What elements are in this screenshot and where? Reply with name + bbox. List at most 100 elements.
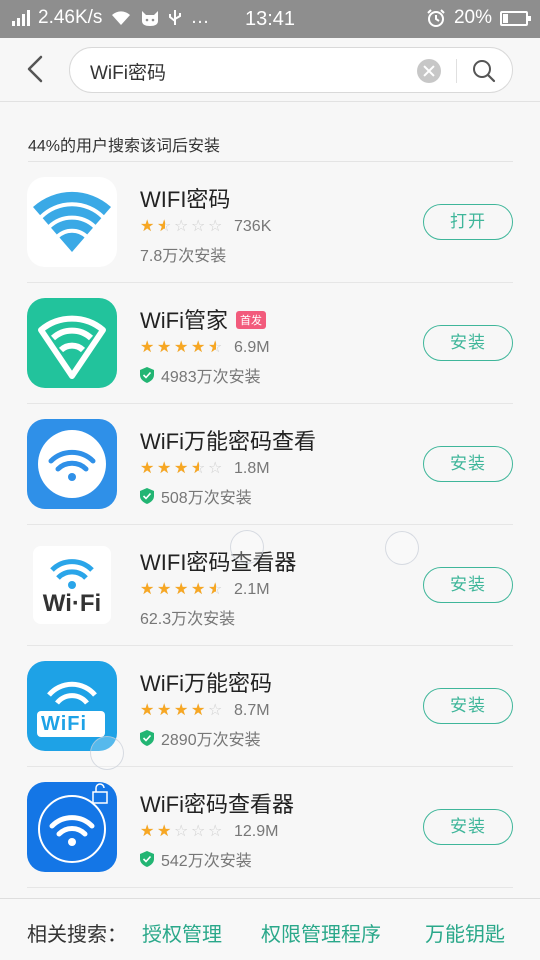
app-meta: ☆ ★ ☆ ★ ☆ ★ ☆ ★ ☆ ★ 2.1M: [140, 581, 270, 599]
star-icon: ☆★: [174, 460, 189, 477]
install-count-text: 4983万次安装: [161, 369, 261, 386]
star-icon: ☆★: [208, 702, 223, 719]
install-button[interactable]: 安装: [423, 809, 513, 845]
star-icon: ☆★: [157, 460, 172, 477]
verified-shield-icon: [140, 851, 154, 867]
star-icon: ☆★: [191, 218, 206, 235]
star-icon: ☆★: [208, 460, 223, 477]
app-meta: ☆ ★ ☆ ★ ☆ ★ ☆ ★ ☆ ★ 6.9M: [140, 339, 270, 357]
star-icon: ☆★: [140, 702, 155, 719]
star-icon: ☆★: [140, 823, 155, 840]
star-icon: ☆★: [208, 339, 223, 356]
app-meta: ☆★☆★☆★☆★☆★736K: [140, 218, 271, 236]
install-count: 7.8万次安装: [140, 242, 226, 266]
rating-stars: ☆★☆★☆★☆★☆★: [140, 824, 224, 840]
app-row[interactable]: WiFi万能密码查看☆★☆★☆★☆★☆★1.8M508万次安装安装: [27, 404, 513, 525]
star-icon: ☆★: [191, 460, 206, 477]
app-name[interactable]: WIFI密码查看器: [140, 545, 296, 577]
first-release-badge: 首发: [235, 311, 266, 329]
app-row[interactable]: WiFi密码查看器 ☆★☆★☆★☆★☆★12.9M 542万次安装 安装: [27, 767, 513, 888]
app-row[interactable]: WIFI密码☆★☆★☆★☆★☆★736K7.8万次安装打开: [27, 162, 513, 283]
app-meta: ☆★☆★☆★☆★☆★1.8M: [140, 460, 270, 478]
related-searches: 相关搜索： 授权管理 权限管理程序 万能钥匙: [0, 898, 540, 960]
search-input[interactable]: [90, 59, 410, 83]
star-icon: ☆★: [208, 823, 223, 840]
star-icon: ☆★: [140, 460, 155, 477]
star-icon: ☆★: [174, 823, 189, 840]
star-icon: ☆★: [191, 823, 206, 840]
app-name[interactable]: WiFi管家 首发: [140, 303, 266, 335]
install-count: 2890万次安装: [140, 726, 261, 750]
app-name-text: WiFi万能密码: [140, 671, 272, 696]
star-icon: ☆★: [157, 218, 172, 235]
star-icon: ☆★: [157, 581, 172, 598]
app-size: 1.8M: [234, 460, 270, 477]
wifi-plain-icon[interactable]: [27, 177, 117, 267]
star-icon: ☆★: [174, 339, 189, 356]
install-button[interactable]: 安装: [423, 567, 513, 603]
app-size: 736K: [234, 218, 272, 235]
install-count: 508万次安装: [140, 484, 252, 508]
related-label: 相关搜索：: [27, 924, 127, 946]
app-name-text: WIFI密码查看器: [140, 550, 297, 575]
icon-label: Wi·Fi: [42, 590, 102, 617]
rating-stars: ☆★☆★☆★☆★☆★: [140, 703, 224, 719]
app-list: WIFI密码☆★☆★☆★☆★☆★736K7.8万次安装打开WiFi管家首发☆★☆…: [0, 162, 540, 888]
star-icon: ☆★: [208, 581, 223, 598]
related-keyword[interactable]: 万能钥匙: [425, 918, 505, 947]
search-divider: [456, 59, 457, 83]
app-name[interactable]: WiFi万能密码: [140, 666, 272, 698]
app-name-text: WiFi管家: [140, 308, 228, 333]
app-row[interactable]: WiFi管家 首发 ☆ ★ ☆ ★ ☆ ★ ☆ ★ ☆ ★ 6.9M 4983万次安装 安装: [27, 283, 513, 404]
star-icon: ☆★: [157, 339, 172, 356]
star-icon: ☆★: [157, 702, 172, 719]
app-size: 6.9M: [234, 339, 270, 356]
install-count: 62.3万次安装: [140, 605, 235, 629]
app-name-text: WiFi密码查看器: [140, 792, 294, 817]
star-icon: ☆★: [140, 581, 155, 598]
related-keyword[interactable]: 授权管理: [142, 918, 222, 947]
star-icon: ☆★: [191, 581, 206, 598]
install-count-text: 542万次安装: [161, 853, 252, 870]
app-name[interactable]: WiFi万能密码查看: [140, 424, 316, 456]
star-icon: ☆★: [174, 218, 189, 235]
app-name[interactable]: WIFI密码: [140, 182, 230, 214]
verified-shield-icon: [140, 367, 154, 383]
install-count: 4983万次安装: [140, 363, 261, 387]
verified-shield-icon: [140, 730, 154, 746]
install-count-text: 7.8万次安装: [140, 248, 227, 265]
install-count: 542万次安装: [140, 847, 252, 871]
star-icon: ☆★: [140, 218, 155, 235]
battery-icon: [500, 10, 531, 26]
install-count-text: 2890万次安装: [161, 732, 261, 749]
open-button[interactable]: 打开: [423, 204, 513, 240]
wifi-text-icon[interactable]: Wi·Fi: [27, 540, 117, 630]
battery-percent: 20%: [453, 7, 492, 28]
verified-shield-icon: [140, 488, 154, 504]
install-button[interactable]: 安装: [423, 688, 513, 724]
wifi-circle-icon[interactable]: [27, 419, 117, 509]
search-header: [0, 38, 540, 102]
star-icon: ☆★: [174, 702, 189, 719]
clear-icon[interactable]: [417, 59, 441, 83]
install-button[interactable]: 安装: [423, 446, 513, 482]
wifi-shield-icon[interactable]: [27, 298, 117, 388]
install-button[interactable]: 安装: [423, 325, 513, 361]
app-row[interactable]: Wi·Fi WIFI密码查看器 ☆ ★ ☆ ★ ☆ ★ ☆ ★ ☆ ★ 2.1M 62.3万次安装 安装: [27, 525, 513, 646]
search-icon[interactable]: [470, 57, 498, 85]
app-meta: ☆★☆★☆★☆★☆★12.9M: [140, 823, 278, 841]
star-icon: ☆★: [191, 339, 206, 356]
star-icon: ☆★: [174, 581, 189, 598]
app-size: 2.1M: [234, 581, 270, 598]
related-keyword[interactable]: 权限管理程序: [261, 918, 381, 947]
app-size: 8.7M: [234, 702, 270, 719]
touch-indicator: [385, 531, 419, 565]
app-meta: ☆★☆★☆★☆★☆★ 8.7M: [140, 702, 270, 720]
wifi-lock-icon[interactable]: [27, 782, 117, 872]
star-icon: ☆★: [157, 823, 172, 840]
touch-indicator: [90, 736, 124, 770]
app-name[interactable]: WiFi密码查看器: [140, 787, 294, 819]
back-arrow-icon[interactable]: [18, 51, 54, 87]
alarm-icon: [427, 9, 445, 27]
install-count-text: 62.3万次安装: [140, 611, 236, 628]
